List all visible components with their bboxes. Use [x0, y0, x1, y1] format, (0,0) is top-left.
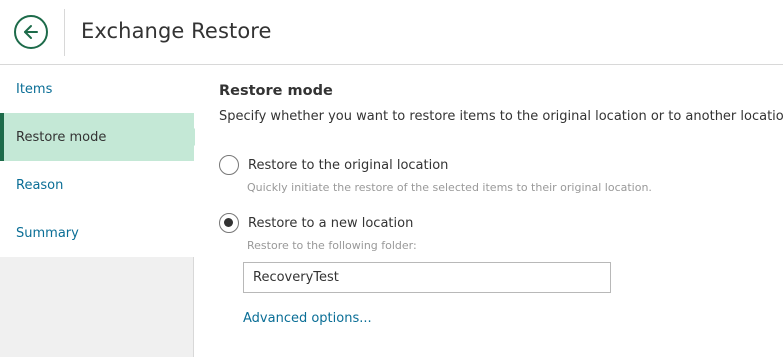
folder-field-label: Restore to the following folder: [247, 239, 417, 252]
sidebar-item-restore-mode[interactable]: Restore mode [0, 113, 203, 161]
back-button[interactable] [14, 15, 48, 49]
folder-input[interactable] [243, 262, 611, 293]
sidebar-item-label: Reason [16, 177, 64, 193]
radio-label: Restore to the original location [248, 157, 449, 173]
advanced-options-link[interactable]: Advanced options... [243, 311, 372, 326]
header: Exchange Restore [0, 0, 783, 65]
sidebar-item-label: Summary [16, 225, 79, 241]
sidebar-item-items[interactable]: Items [0, 65, 194, 113]
wizard-sidebar: Items Restore mode Reason Summary [0, 65, 203, 357]
arrow-left-icon [24, 25, 38, 39]
main-content: Restore mode Specify whether you want to… [195, 65, 783, 357]
section-title: Restore mode [219, 83, 333, 99]
page-title: Exchange Restore [81, 19, 272, 43]
radio-button-unchecked[interactable] [219, 155, 239, 175]
sidebar-item-reason[interactable]: Reason [0, 161, 194, 209]
sidebar-item-label: Restore mode [16, 129, 107, 145]
radio-new-location[interactable]: Restore to a new location [219, 213, 413, 233]
sidebar-item-summary[interactable]: Summary [0, 209, 194, 257]
radio-button-checked[interactable] [219, 213, 239, 233]
option-hint: Quickly initiate the restore of the sele… [247, 181, 652, 194]
radio-original-location[interactable]: Restore to the original location [219, 155, 448, 175]
sidebar-item-label: Items [16, 81, 53, 97]
header-divider [64, 9, 65, 56]
section-description: Specify whether you want to restore item… [219, 109, 783, 124]
radio-label: Restore to a new location [248, 215, 414, 231]
